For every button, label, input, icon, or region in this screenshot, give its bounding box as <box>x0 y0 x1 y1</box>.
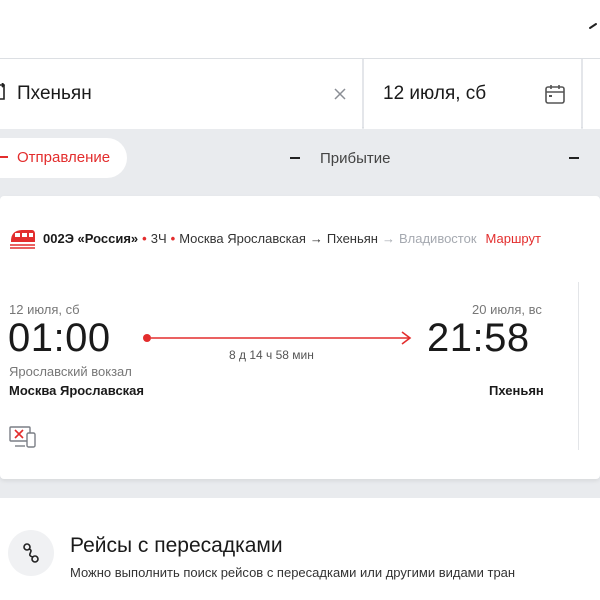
train-card[interactable]: 002Э «Россия» • 3Ч • Москва Ярославская … <box>0 196 600 479</box>
top-bar <box>0 0 600 58</box>
departure-date: 12 июля, сб <box>9 302 80 317</box>
route-to: Пхеньян <box>326 231 378 246</box>
sort-indicator-icon <box>0 156 8 158</box>
date-value[interactable]: 12 июля, сб <box>383 83 486 105</box>
arrow-icon: → <box>309 231 323 246</box>
route-final: Владивосток <box>398 231 477 246</box>
route-from: Москва Ярославская <box>179 231 306 246</box>
route-line: 002Э «Россия» • 3Ч • Москва Ярославская … <box>43 231 541 246</box>
train-icon <box>10 230 35 249</box>
transfer-icon <box>23 543 39 563</box>
transfer-icon-wrap <box>8 530 54 576</box>
transfers-section[interactable]: Рейсы с пересадками Можно выполнить поис… <box>0 498 600 600</box>
minus-icon[interactable] <box>569 157 579 159</box>
close-icon[interactable] <box>333 87 347 101</box>
train-class: 3Ч <box>150 231 167 246</box>
destination-field[interactable]: Пхеньян <box>0 59 362 129</box>
search-row: Пхеньян 12 июля, сб <box>0 58 600 129</box>
arrival-station: Пхеньян <box>489 383 544 398</box>
calendar-icon[interactable] <box>544 83 566 105</box>
arrival-time: 21:58 <box>427 316 530 360</box>
date-field[interactable]: 12 июля, сб <box>364 59 581 129</box>
sort-departure-label: Отправление <box>17 149 111 166</box>
arrow-icon: → <box>381 231 395 246</box>
destination-value[interactable]: Пхеньян <box>17 83 92 105</box>
sort-departure-button[interactable]: Отправление <box>0 138 127 178</box>
departure-station-terminal: Ярославский вокзал <box>9 364 132 379</box>
sort-arrival-button[interactable]: Прибытие <box>320 150 390 167</box>
menu-icon[interactable] <box>588 22 598 32</box>
train-number: 002Э «Россия» <box>43 231 139 246</box>
transfers-title: Рейсы с пересадками <box>70 534 283 557</box>
swap-icon[interactable] <box>0 83 10 103</box>
minus-icon[interactable] <box>290 157 300 159</box>
no-eticket-icon <box>9 426 36 448</box>
sort-row: Отправление Прибытие <box>0 128 600 188</box>
route-link[interactable]: Маршрут <box>486 231 541 246</box>
arrival-date: 20 июля, вс <box>472 302 542 317</box>
departure-time: 01:00 <box>8 316 111 360</box>
timeline-arrow <box>143 331 412 345</box>
travel-duration: 8 д 14 ч 58 мин <box>229 348 314 362</box>
search-extra-field[interactable] <box>583 59 600 129</box>
card-divider <box>578 282 579 450</box>
transfers-subtitle: Можно выполнить поиск рейсов с пересадка… <box>70 565 516 580</box>
departure-station: Москва Ярославская <box>9 383 144 398</box>
